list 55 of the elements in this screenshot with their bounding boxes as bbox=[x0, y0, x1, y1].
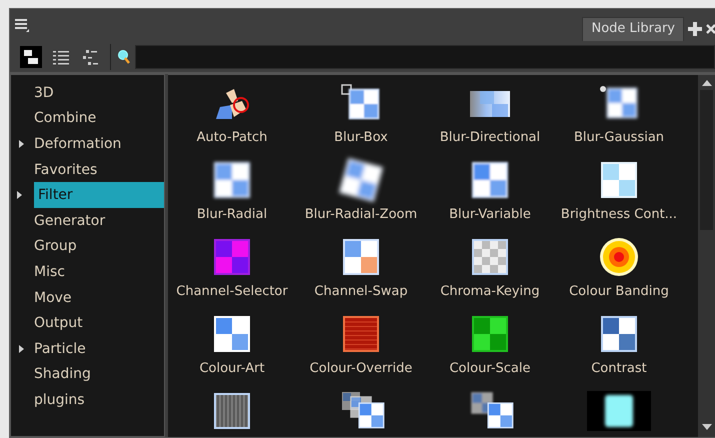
category-item[interactable]: Misc bbox=[11, 259, 164, 285]
category-item[interactable]: Favorites bbox=[11, 156, 164, 182]
node-label: Brightness Cont... bbox=[560, 207, 678, 223]
brightness-icon[interactable] bbox=[599, 160, 639, 200]
radial-blur-icon[interactable] bbox=[212, 160, 252, 200]
node-label: Blur-Gaussian bbox=[574, 130, 664, 146]
expand-arrow-icon[interactable] bbox=[19, 344, 24, 353]
category-item[interactable]: Generator bbox=[11, 208, 164, 234]
category-item[interactable]: Group bbox=[11, 234, 164, 260]
tree-grid-view-button[interactable] bbox=[20, 46, 42, 68]
contrast-checker-icon[interactable] bbox=[599, 314, 639, 354]
noise-pattern-icon[interactable] bbox=[212, 391, 252, 431]
node-label: Colour Banding bbox=[569, 284, 669, 300]
category-item[interactable]: Move bbox=[11, 284, 164, 310]
category-item[interactable]: Output bbox=[11, 310, 164, 336]
node-label: Colour-Scale bbox=[449, 361, 530, 377]
scroll-up-icon[interactable] bbox=[702, 79, 712, 87]
node-label: Channel-Selector bbox=[176, 284, 288, 300]
close-icon[interactable] bbox=[706, 22, 715, 36]
variable-blur-icon[interactable] bbox=[470, 160, 510, 200]
search-field[interactable] bbox=[135, 44, 715, 68]
channel-swap-icon[interactable] bbox=[341, 237, 381, 277]
node-label: Blur-Radial bbox=[196, 207, 268, 223]
node-label: Blur-Box bbox=[334, 130, 388, 146]
category-item[interactable]: plugins bbox=[11, 387, 164, 413]
concentric-circles-icon[interactable] bbox=[599, 237, 639, 277]
transparency-grid-icon[interactable] bbox=[470, 237, 510, 277]
add-icon[interactable] bbox=[688, 22, 702, 36]
category-item[interactable]: Combine bbox=[11, 106, 164, 132]
category-item[interactable]: Particle bbox=[11, 336, 164, 362]
colour-scale-checker-icon[interactable] bbox=[470, 314, 510, 354]
glow-square-icon[interactable] bbox=[587, 391, 651, 431]
brick-wall-icon[interactable] bbox=[341, 314, 381, 354]
checker-icon[interactable] bbox=[212, 314, 252, 354]
expand-arrow-icon[interactable] bbox=[19, 140, 24, 148]
node-label: Blur-Directional bbox=[440, 130, 540, 146]
scrollbar[interactable] bbox=[698, 75, 715, 437]
category-item[interactable]: 3D bbox=[11, 80, 164, 106]
menu-icon[interactable] bbox=[14, 17, 30, 33]
scroll-down-icon[interactable] bbox=[702, 423, 712, 431]
search-icon[interactable] bbox=[117, 48, 131, 64]
node-label: Contrast bbox=[591, 361, 647, 377]
node-label: Auto-Patch bbox=[196, 130, 268, 146]
node-label: Colour-Override bbox=[310, 361, 412, 377]
category-item[interactable]: Shading bbox=[11, 362, 164, 388]
node-label: Channel-Swap bbox=[314, 284, 408, 300]
node-label: Blur-Variable bbox=[449, 207, 531, 223]
panel-tab[interactable]: Node Library bbox=[582, 17, 684, 41]
node-label: Colour-Art bbox=[199, 361, 265, 377]
zoom-blur-icon[interactable] bbox=[341, 160, 381, 200]
node-label: Blur-Radial-Zoom bbox=[304, 207, 418, 223]
expand-arrow-icon[interactable] bbox=[17, 191, 22, 200]
category-item[interactable]: Deformation bbox=[11, 131, 164, 157]
channel-selector-icon[interactable] bbox=[212, 237, 252, 277]
node-label: Chroma-Keying bbox=[440, 284, 540, 300]
